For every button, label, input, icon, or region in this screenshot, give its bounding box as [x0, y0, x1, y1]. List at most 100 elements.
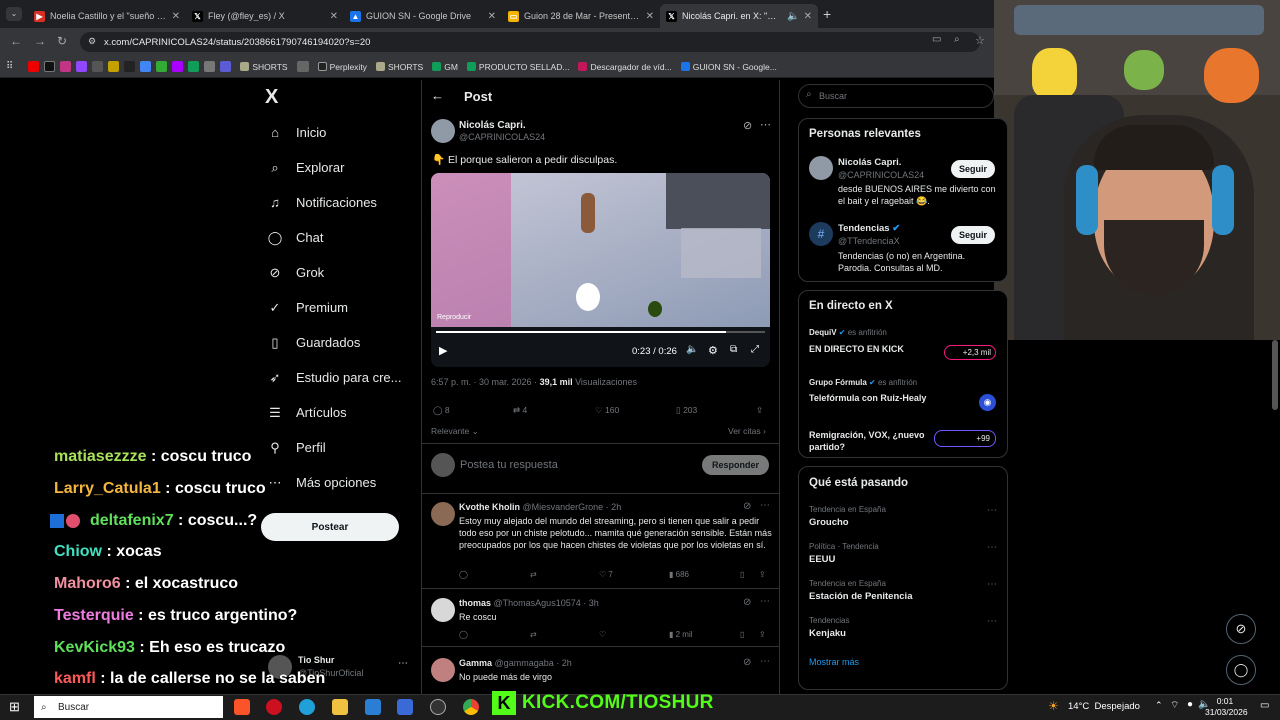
- taskbar-search[interactable]: ⌕ Buscar: [34, 696, 223, 718]
- reply-handle[interactable]: @ThomasAgus10574 · 3h: [494, 598, 599, 608]
- photos-bookmark-icon[interactable]: [140, 61, 152, 72]
- browser-tab[interactable]: ▶ Noelia Castillo y el "sueño de tr ✕: [28, 4, 186, 28]
- new-tab-icon[interactable]: +: [823, 6, 831, 22]
- reply-input[interactable]: Postea tu respuesta: [460, 459, 558, 471]
- chrome-icon[interactable]: [463, 699, 479, 715]
- close-icon[interactable]: ✕: [330, 11, 338, 22]
- store-icon[interactable]: [365, 699, 381, 715]
- reply-avatar[interactable]: [431, 598, 455, 622]
- instagram-bookmark-icon[interactable]: [60, 61, 72, 72]
- views-action[interactable]: ▮ 686: [669, 570, 689, 579]
- repost-icon[interactable]: ⇄: [530, 570, 537, 579]
- reply-name[interactable]: Kvothe Kholin: [459, 502, 520, 512]
- share-icon[interactable]: ⇪: [756, 405, 763, 416]
- wifi-icon[interactable]: ⌔: [1170, 699, 1179, 712]
- grok-floating-button[interactable]: ⊘: [1226, 614, 1256, 644]
- reply-more-icon[interactable]: ⋯: [760, 596, 770, 607]
- show-more-link[interactable]: Mostrar más: [809, 657, 859, 667]
- nav-premium[interactable]: ✓ Premium: [268, 300, 348, 316]
- person-name[interactable]: Nicolás Capri.: [838, 157, 901, 168]
- close-icon[interactable]: ✕: [488, 11, 496, 22]
- trend-item[interactable]: Tendencias Kenjaku ⋯: [809, 616, 999, 646]
- video-player[interactable]: Reproducir ▶ 0:23 / 0:26 🔈 ⚙ ⧉ ⤢: [431, 173, 770, 367]
- author-avatar[interactable]: [431, 119, 455, 143]
- obs-icon[interactable]: [430, 699, 446, 715]
- nav-grok[interactable]: ⊘ Grok: [268, 265, 325, 281]
- bookmark-gm[interactable]: GM: [432, 62, 458, 72]
- nav-home[interactable]: ⌂ Inicio: [268, 125, 326, 140]
- follow-button[interactable]: Seguir: [951, 226, 995, 244]
- grok-icon[interactable]: ⊘: [743, 119, 752, 132]
- nav-articles[interactable]: ☰ Artículos: [268, 405, 346, 421]
- download-bookmark-icon[interactable]: [92, 61, 104, 72]
- install-icon[interactable]: ▭: [932, 34, 941, 45]
- url-field[interactable]: x.com/CAPRINICOLAS24/status/203866179074…: [80, 32, 980, 52]
- trend-more-icon[interactable]: ⋯: [987, 505, 997, 516]
- live-item-title[interactable]: Telefórmula con Ruiz-Healy: [809, 393, 926, 403]
- like-action[interactable]: ♡ 160: [595, 405, 619, 416]
- bookmark-shorts-2[interactable]: SHORTS: [375, 62, 423, 72]
- bookmark-icon[interactable]: ▯: [740, 630, 744, 639]
- live-item-title[interactable]: Remigración, VOX, ¿nuevo partido?: [809, 429, 934, 453]
- fullscreen-icon[interactable]: ⤢: [751, 344, 759, 355]
- person-handle[interactable]: @CAPRINICOLAS24: [838, 170, 924, 180]
- bookmark-icon[interactable]: ▯: [740, 570, 744, 579]
- sheets-bookmark-icon[interactable]: [188, 61, 200, 72]
- chat-bookmark-icon[interactable]: [220, 61, 232, 72]
- nav-notifications[interactable]: ♫ Notificaciones: [268, 195, 377, 210]
- like-action[interactable]: ♡ 7: [599, 570, 613, 579]
- bookmark-action[interactable]: ▯ 203: [676, 405, 697, 416]
- trend-more-icon[interactable]: ⋯: [987, 579, 997, 590]
- bookmark-folder[interactable]: [296, 61, 309, 72]
- trend-more-icon[interactable]: ⋯: [987, 616, 997, 627]
- grok-icon[interactable]: ⊘: [743, 657, 751, 668]
- hashtag-avatar[interactable]: #: [809, 222, 833, 246]
- bookmark-perplexity[interactable]: Perplexity: [317, 62, 367, 72]
- weather-text[interactable]: 14°C Despejado: [1068, 701, 1140, 712]
- person-avatar[interactable]: [809, 156, 833, 180]
- bookmark-star-icon[interactable]: ☆: [975, 34, 985, 47]
- close-icon[interactable]: ✕: [804, 11, 812, 22]
- reply-avatar[interactable]: [431, 658, 455, 682]
- back-icon[interactable]: ←: [10, 34, 22, 48]
- site-info-icon[interactable]: ⚙: [88, 36, 96, 47]
- author-name[interactable]: Nicolás Capri.: [459, 120, 526, 131]
- bookmark-descargador[interactable]: Descargador de víd...: [578, 62, 672, 72]
- share-icon[interactable]: ⇪: [759, 630, 766, 639]
- close-icon[interactable]: ✕: [646, 11, 654, 22]
- tab-search-icon[interactable]: ⌄: [6, 7, 22, 21]
- mic-icon[interactable]: ●: [1187, 699, 1193, 710]
- close-icon[interactable]: ✕: [172, 11, 180, 22]
- chat-floating-button[interactable]: ◯: [1226, 655, 1256, 685]
- browser-tab[interactable]: ▲ GUION SN - Google Drive ✕: [344, 4, 502, 28]
- views-action[interactable]: ▮ 2 mil: [669, 630, 693, 639]
- x-logo[interactable]: X: [265, 86, 278, 109]
- nav-bookmarks[interactable]: ▯ Guardados: [268, 335, 360, 351]
- grok-icon[interactable]: ⊘: [743, 501, 751, 512]
- bookmark-icon[interactable]: [108, 61, 120, 72]
- trend-item[interactable]: Tendencia en España Estación de Penitenci…: [809, 579, 999, 609]
- reply-handle[interactable]: @MiesvanderGrone · 2h: [523, 502, 622, 512]
- grok-icon[interactable]: ⊘: [743, 597, 751, 608]
- windows-start-icon[interactable]: ⊞: [9, 699, 20, 715]
- reply-more-icon[interactable]: ⋯: [760, 500, 770, 511]
- brave-icon[interactable]: [234, 699, 250, 715]
- back-arrow-icon[interactable]: ←: [431, 88, 444, 103]
- reply-action[interactable]: ◯ 8: [433, 405, 450, 416]
- trend-item[interactable]: Política · Tendencia EEUU ⋯: [809, 542, 999, 572]
- twitch-bookmark-icon[interactable]: [76, 61, 88, 72]
- browser-tab[interactable]: 𝕏 Nicolás Capri. en X: "@TTen 🔈 ✕: [660, 4, 818, 28]
- reply-name[interactable]: thomas: [459, 598, 491, 608]
- reply-avatar[interactable]: [431, 502, 455, 526]
- docs-bookmark-icon[interactable]: [204, 61, 216, 72]
- opera-icon[interactable]: [266, 699, 282, 715]
- post-button[interactable]: Postear: [261, 513, 399, 541]
- view-quotes-link[interactable]: Ver citas ›: [728, 426, 766, 436]
- person-name[interactable]: Tendencias ✔: [838, 223, 900, 234]
- scrollbar[interactable]: [1272, 340, 1278, 410]
- settings-icon[interactable]: ⚙: [708, 344, 718, 357]
- notification-icon[interactable]: ▭: [1260, 700, 1269, 711]
- tiktok-bookmark-icon[interactable]: [124, 61, 136, 72]
- reply-name[interactable]: Gamma: [459, 658, 492, 668]
- tab-audio-icon[interactable]: 🔈: [787, 11, 799, 22]
